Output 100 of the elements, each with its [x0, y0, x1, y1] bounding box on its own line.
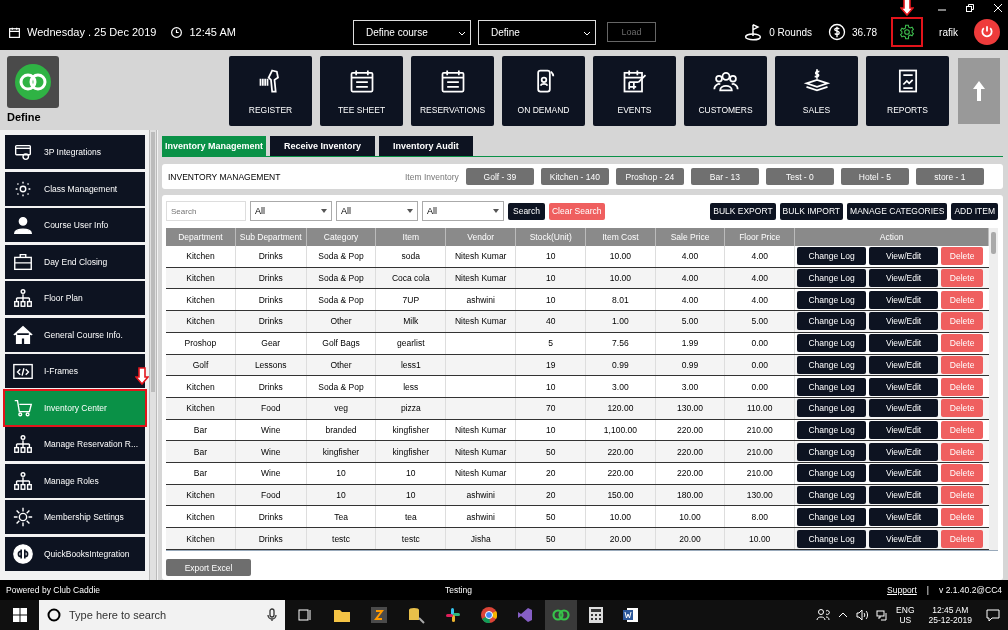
change-log-button[interactable]: Change Log [797, 312, 867, 331]
change-log-button[interactable]: Change Log [797, 442, 867, 461]
document-icon[interactable] [623, 607, 639, 623]
scrollbar[interactable] [989, 228, 998, 550]
windows-start-icon[interactable] [13, 608, 27, 622]
tab[interactable]: Inventory Audit [379, 136, 473, 156]
nav-button[interactable]: RESERVATIONS [411, 56, 494, 126]
arrow-up-icon [972, 80, 986, 102]
pinwheel-icon[interactable] [445, 607, 461, 623]
taskbar-active-app[interactable] [545, 600, 577, 630]
category-count-button[interactable]: store - 1 [915, 168, 984, 185]
filter-select[interactable]: All [336, 201, 418, 221]
change-log-button[interactable]: Change Log [797, 269, 867, 288]
restore-icon[interactable] [966, 4, 974, 12]
sidebar-item[interactable]: Day End Closing [5, 244, 145, 279]
database-icon[interactable] [407, 606, 425, 624]
settings-button[interactable] [891, 17, 924, 47]
sidebar-item[interactable]: I-Frames [5, 354, 145, 388]
view-edit-button[interactable]: View/Edit [869, 399, 939, 418]
view-edit-button[interactable]: View/Edit [869, 507, 939, 526]
sidebar-item[interactable]: Class Management [5, 171, 145, 206]
filter-select[interactable]: All [250, 201, 332, 221]
sidebar-item[interactable]: Floor Plan [5, 281, 145, 315]
nav-button[interactable]: REGISTER [229, 56, 312, 126]
scroll-up-button[interactable] [958, 58, 1000, 124]
sidebar-item[interactable]: Membership Settings [5, 500, 145, 534]
microphone-icon[interactable] [267, 608, 277, 622]
action-button[interactable]: MANAGE CATEGORIES [847, 202, 948, 220]
task-view-icon[interactable] [297, 607, 313, 623]
change-log-button[interactable]: Change Log [797, 507, 867, 526]
change-log-button[interactable]: Change Log [797, 420, 867, 439]
table-cell: Nitesh Kumar [454, 273, 507, 284]
tab[interactable]: Receive Inventory [270, 136, 376, 156]
change-log-button[interactable]: Change Log [797, 334, 867, 353]
table-cell: 5 [548, 338, 554, 349]
sidebar-item[interactable]: Course User Info [5, 208, 145, 242]
search-button[interactable]: Search [508, 202, 545, 220]
category-count-button[interactable]: Proshop - 24 [615, 168, 684, 185]
folder-icon[interactable] [333, 607, 351, 623]
view-edit-button[interactable]: View/Edit [869, 529, 939, 548]
nav-button[interactable]: REPORTS [866, 56, 949, 126]
sidebar-item[interactable]: General Course Info. [5, 317, 145, 352]
view-edit-button[interactable]: View/Edit [869, 355, 939, 374]
tab[interactable]: Inventory Management [162, 136, 267, 156]
table-cell: 10 [406, 468, 416, 479]
nav-button[interactable]: ON DEMAND [502, 56, 585, 126]
category-count-button[interactable]: Hotel - 5 [840, 168, 909, 185]
table-cell: ashwini [466, 511, 495, 522]
view-edit-button[interactable]: View/Edit [869, 247, 939, 266]
course-select[interactable]: Define course [353, 19, 471, 45]
speaker-icon[interactable] [856, 609, 869, 621]
search-field[interactable]: Search [166, 201, 246, 221]
table-cell: Golf Bags [322, 338, 360, 349]
sidebar-item[interactable]: Manage Reservation R... [5, 427, 145, 461]
view-edit-button[interactable]: View/Edit [869, 377, 939, 396]
view-edit-button[interactable]: View/Edit [869, 269, 939, 288]
nav-button[interactable]: CUSTOMERS [684, 56, 767, 126]
browser-icon[interactable] [481, 607, 497, 623]
view-edit-button[interactable]: View/Edit [869, 290, 939, 309]
support-link[interactable]: Support [887, 585, 917, 595]
change-log-button[interactable]: Change Log [797, 247, 867, 266]
site-select[interactable]: Define [478, 19, 596, 45]
chevron-up-icon[interactable] [838, 611, 849, 619]
notification-icon[interactable] [986, 608, 1000, 622]
change-log-button[interactable]: Change Log [797, 529, 867, 548]
sidebar-item[interactable]: Manage Roles [5, 463, 145, 498]
view-edit-button[interactable]: View/Edit [869, 334, 939, 353]
change-log-button[interactable]: Change Log [797, 464, 867, 483]
nav-button[interactable]: TEE SHEET [320, 56, 403, 126]
ide-icon[interactable] [517, 607, 533, 623]
action-button[interactable]: BULK IMPORT [779, 202, 844, 220]
taskbar-search-field[interactable]: Type here to search [39, 600, 285, 630]
filter-select[interactable]: All [422, 201, 504, 221]
change-log-button[interactable]: Change Log [797, 355, 867, 374]
action-button[interactable]: ADD ITEM [951, 202, 998, 220]
calculator-icon[interactable] [589, 607, 603, 623]
sidebar-item[interactable]: QuickBooksIntegration [5, 536, 145, 571]
category-count-button[interactable]: Bar - 13 [690, 168, 759, 185]
category-count-button[interactable]: Golf - 39 [465, 168, 534, 185]
nav-button[interactable]: EVENTS [593, 56, 676, 126]
nav-button[interactable]: SALES [775, 56, 858, 126]
view-edit-button[interactable]: View/Edit [869, 464, 939, 483]
view-edit-button[interactable]: View/Edit [869, 420, 939, 439]
category-count-button[interactable]: Test - 0 [765, 168, 834, 185]
view-edit-button[interactable]: View/Edit [869, 442, 939, 461]
change-log-button[interactable]: Change Log [797, 399, 867, 418]
scrollbar[interactable] [149, 130, 157, 580]
power-button[interactable] [974, 19, 1000, 45]
change-log-button[interactable]: Change Log [797, 377, 867, 396]
action-button[interactable]: BULK EXPORT [710, 202, 776, 220]
people-icon[interactable] [816, 608, 831, 622]
app-icon[interactable] [371, 607, 387, 623]
close-icon[interactable] [994, 4, 1002, 12]
export-excel-button[interactable]: Export Excel [166, 559, 251, 576]
sidebar-item[interactable]: 3P Integrations [5, 135, 145, 169]
view-edit-button[interactable]: View/Edit [869, 312, 939, 331]
category-count-button[interactable]: Kitchen - 140 [540, 168, 609, 185]
view-edit-button[interactable]: View/Edit [869, 486, 939, 505]
change-log-button[interactable]: Change Log [797, 290, 867, 309]
change-log-button[interactable]: Change Log [797, 486, 867, 505]
